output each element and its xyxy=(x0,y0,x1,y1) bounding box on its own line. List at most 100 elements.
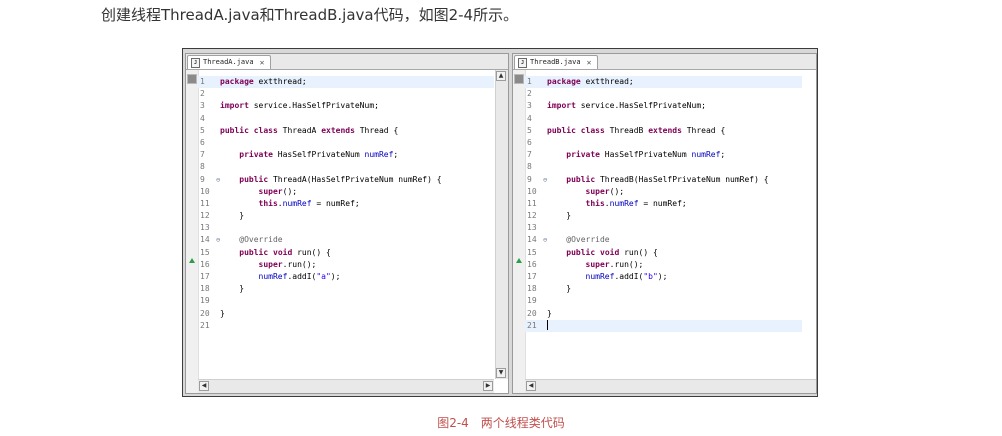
code-area[interactable]: 1 package extthread; 2 3 import service.HasS… xyxy=(513,70,816,393)
code-line[interactable]: 16 super.run(); xyxy=(525,259,802,271)
code-line[interactable]: 7 private HasSelfPrivateNum numRef; xyxy=(198,149,494,161)
line-number: 1 xyxy=(200,77,205,86)
code-line[interactable]: 9 ⊖ public ThreadA(HasSelfPrivateNum numR… xyxy=(198,174,494,186)
figure-caption: 图2-4 两个线程类代码 xyxy=(437,416,565,430)
code-line[interactable]: 1 package extthread; xyxy=(198,76,494,89)
code-line[interactable]: 10 super(); xyxy=(525,186,802,198)
tab-threada[interactable]: J ThreadA.java ✕ xyxy=(187,55,272,69)
line-number: 10 xyxy=(200,186,210,196)
intro-paragraph: 创建线程ThreadA.java和ThreadB.java代码，如图2-4所示。 xyxy=(101,6,519,24)
code-line[interactable]: 19 xyxy=(198,295,494,307)
fold-gutter xyxy=(216,295,220,307)
close-icon[interactable]: ✕ xyxy=(260,56,265,69)
code-token: .run(); xyxy=(609,259,644,269)
code-line[interactable]: 12 } xyxy=(198,210,494,222)
code-text: public class ThreadB extends Thread { xyxy=(547,125,725,137)
code-line[interactable]: 8 xyxy=(198,161,494,173)
code-line[interactable]: 18 } xyxy=(525,283,802,295)
code-text: } xyxy=(547,283,571,295)
code-line[interactable]: 15 public void run() { xyxy=(525,247,802,259)
scroll-up-button[interactable]: ▲ xyxy=(496,71,506,81)
code-token: ThreadA(HasSelfPrivateNum numRef) { xyxy=(268,174,442,184)
fold-gutter xyxy=(216,222,220,234)
code-line[interactable]: 13 xyxy=(525,222,802,234)
scroll-right-button[interactable]: ▶ xyxy=(483,381,493,391)
code-line[interactable]: 3 import service.HasSelfPrivateNum; xyxy=(198,100,494,112)
scroll-left-button[interactable]: ◀ xyxy=(199,381,209,391)
code-line[interactable]: 18 } xyxy=(198,283,494,295)
code-line[interactable]: 20} xyxy=(198,308,494,320)
code-line[interactable]: 17 numRef.addI("b"); xyxy=(525,271,802,283)
fold-gutter xyxy=(543,88,547,100)
code-line[interactable]: 5 public class ThreadB extends Thread { xyxy=(525,125,802,137)
code-line[interactable]: 11 this.numRef = numRef; xyxy=(198,198,494,210)
code-line[interactable]: 8 xyxy=(525,161,802,173)
code-line[interactable]: 13 xyxy=(198,222,494,234)
code-line[interactable]: 21 xyxy=(198,320,494,332)
close-icon[interactable]: ✕ xyxy=(587,56,592,69)
tab-threadb[interactable]: J ThreadB.java ✕ xyxy=(514,55,599,69)
horizontal-scrollbar[interactable]: ◀ xyxy=(525,379,816,393)
code-token: super xyxy=(258,259,283,269)
code-line[interactable]: 15 public void run() { xyxy=(198,247,494,259)
fold-gutter xyxy=(543,113,547,125)
code-line[interactable]: 21 xyxy=(525,319,802,332)
code-line[interactable]: 12 } xyxy=(525,210,802,222)
line-number: 10 xyxy=(527,186,537,196)
code-text: this.numRef = numRef; xyxy=(547,198,687,210)
code-text: } xyxy=(220,283,244,295)
code-area[interactable]: 1 package extthread; 2 3 import service.HasS… xyxy=(186,70,508,393)
code-line[interactable]: 6 xyxy=(198,137,494,149)
scroll-left-button[interactable]: ◀ xyxy=(526,381,536,391)
code-token: (); xyxy=(609,186,625,196)
editor-tabbar: J ThreadB.java ✕ xyxy=(513,54,816,70)
line-number: 18 xyxy=(527,284,537,294)
line-number: 20 xyxy=(200,308,210,318)
code-token: ); xyxy=(330,272,341,281)
code-line[interactable]: 5 public class ThreadA extends Thread { xyxy=(198,125,494,137)
line-number: 4 xyxy=(200,113,205,123)
line-number: 7 xyxy=(200,150,205,160)
ruler-marker-icon xyxy=(187,74,197,84)
code-token: } xyxy=(220,284,245,294)
scroll-down-button[interactable]: ▼ xyxy=(496,368,506,378)
code-line[interactable]: 11 this.numRef = numRef; xyxy=(525,198,802,210)
code-text: } xyxy=(547,210,571,222)
code-token: public xyxy=(220,125,249,135)
code-line[interactable]: 1 package extthread; xyxy=(525,76,802,89)
java-file-icon: J xyxy=(191,57,200,68)
vertical-scrollbar[interactable]: ▲ ▼ xyxy=(495,70,508,379)
code-line[interactable]: 6 xyxy=(525,137,802,149)
code-line[interactable]: 16 super.run(); xyxy=(198,259,494,271)
line-number: 21 xyxy=(200,320,210,330)
code-line[interactable]: 4 xyxy=(525,113,802,125)
code-token: .addI( xyxy=(614,272,644,281)
code-line[interactable]: 17 numRef.addI("a"); xyxy=(198,271,494,283)
code-line[interactable]: 7 private HasSelfPrivateNum numRef; xyxy=(525,149,802,161)
code-token: public xyxy=(566,247,596,257)
code-line[interactable]: 14 ⊖ @Override xyxy=(525,234,802,246)
code-line[interactable]: 4 xyxy=(198,113,494,125)
code-token: .addI( xyxy=(287,272,317,281)
code-token: package xyxy=(547,77,581,86)
tab-label: ThreadB.java xyxy=(530,58,581,66)
code-line[interactable]: 10 super(); xyxy=(198,186,494,198)
code-line[interactable]: 3 import service.HasSelfPrivateNum; xyxy=(525,100,802,112)
code-line[interactable]: 20} xyxy=(525,308,802,320)
code-line[interactable]: 2 xyxy=(525,88,802,100)
line-number: 17 xyxy=(527,272,537,281)
text-cursor xyxy=(547,320,548,331)
line-number: 6 xyxy=(200,137,205,147)
horizontal-scrollbar[interactable]: ◀ ▶ xyxy=(198,379,494,393)
code-line[interactable]: 9 ⊖ public ThreadB(HasSelfPrivateNum numR… xyxy=(525,174,802,186)
code-text: super.run(); xyxy=(547,259,644,271)
code-line[interactable]: 14 ⊖ @Override xyxy=(198,234,494,246)
line-number: 5 xyxy=(200,125,205,135)
code-line[interactable]: 19 xyxy=(525,295,802,307)
code-line[interactable]: 2 xyxy=(198,88,494,100)
code-token: private xyxy=(566,150,600,160)
